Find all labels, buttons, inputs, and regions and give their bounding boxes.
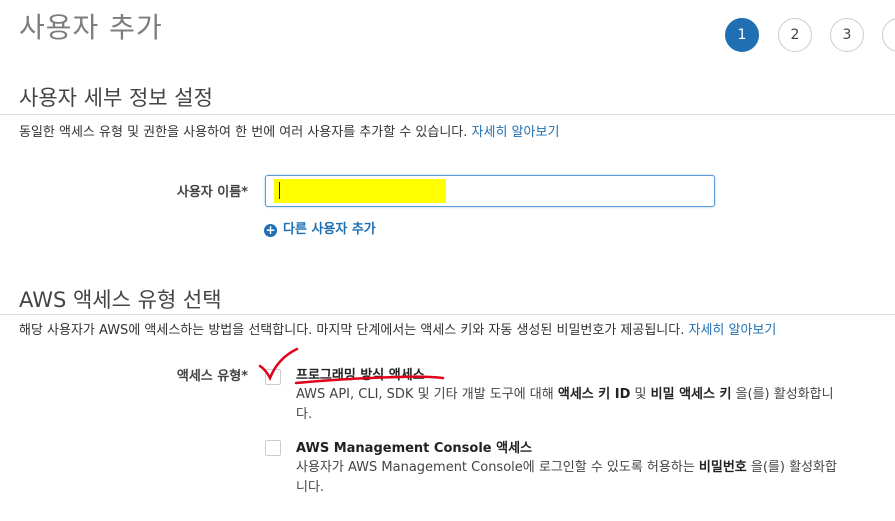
plus-circle-icon: +: [264, 223, 277, 237]
username-input[interactable]: [265, 175, 715, 207]
user-details-section-title: 사용자 세부 정보 설정: [19, 86, 213, 110]
access-type-description: 해당 사용자가 AWS에 액세스하는 방법을 선택합니다. 마지막 단계에서는 …: [19, 319, 776, 338]
add-another-user-label: 다른 사용자 추가: [283, 222, 376, 237]
username-label: 사용자 이름*: [176, 185, 248, 200]
section-divider: [0, 314, 895, 315]
programmatic-access-title[interactable]: 프로그래밍 방식 액세스: [296, 364, 425, 383]
programmatic-access-description: AWS API, CLI, SDK 및 기타 개발 도구에 대해 액세스 키 I…: [296, 387, 834, 422]
step-3-indicator[interactable]: 3: [830, 18, 864, 52]
learn-more-link[interactable]: 자세히 알아보기: [689, 323, 777, 338]
user-details-description: 동일한 액세스 유형 및 권한을 사용하여 한 번에 여러 사용자를 추가할 수…: [19, 121, 559, 140]
section-divider: [0, 114, 895, 115]
console-access-description: 사용자가 AWS Management Console에 로그인할 수 있도록 …: [296, 460, 837, 495]
add-another-user-link[interactable]: + 다른 사용자 추가: [264, 218, 376, 237]
page-title: 사용자 추가: [19, 11, 163, 44]
console-access-checkbox[interactable]: [265, 440, 281, 456]
step-2-indicator[interactable]: 2: [778, 18, 812, 52]
step-1-indicator[interactable]: 1: [725, 18, 759, 52]
learn-more-link[interactable]: 자세히 알아보기: [472, 125, 560, 140]
access-type-section-title: AWS 액세스 유형 선택: [19, 288, 222, 312]
programmatic-access-checkbox[interactable]: [265, 369, 281, 385]
access-type-label: 액세스 유형*: [176, 369, 248, 384]
redaction-highlight: [274, 179, 446, 203]
step-4-indicator[interactable]: [882, 18, 895, 52]
access-type-description-text: 해당 사용자가 AWS에 액세스하는 방법을 선택합니다. 마지막 단계에서는 …: [19, 323, 685, 338]
user-details-description-text: 동일한 액세스 유형 및 권한을 사용하여 한 번에 여러 사용자를 추가할 수…: [19, 125, 468, 140]
console-access-title[interactable]: AWS Management Console 액세스: [296, 437, 532, 456]
text-caret: [279, 182, 280, 199]
